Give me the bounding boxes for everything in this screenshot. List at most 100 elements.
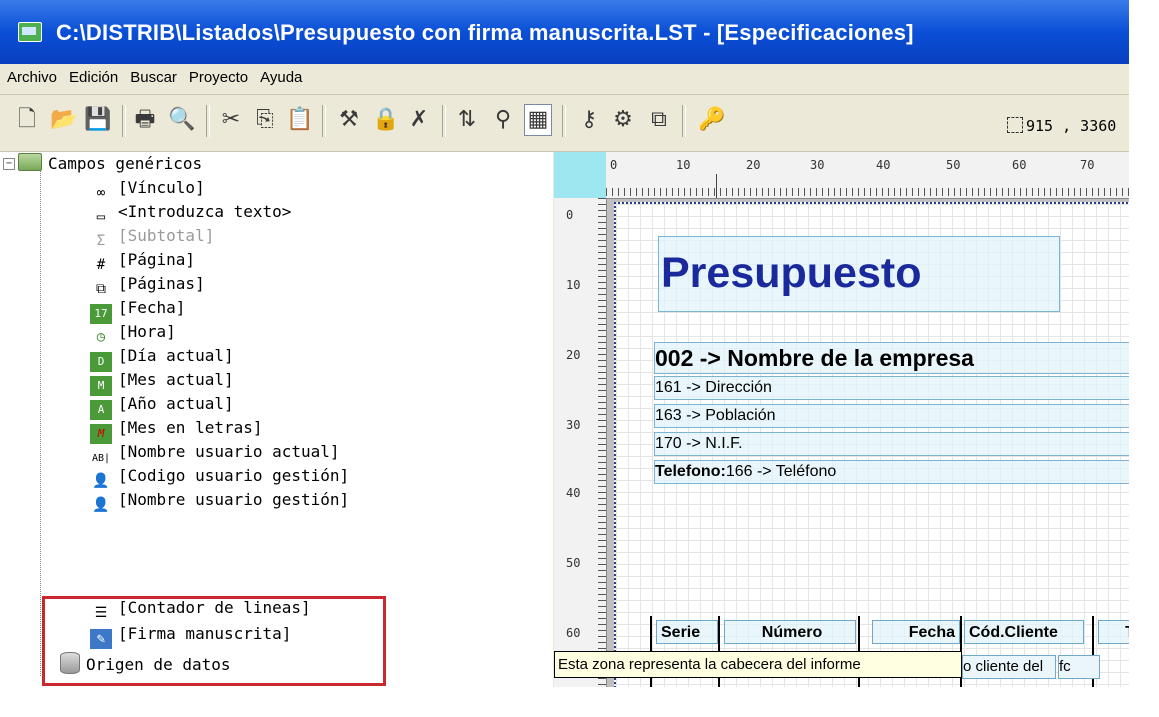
menu-archivo[interactable]: Archivo <box>0 64 62 86</box>
key-icon[interactable]: ⚷ <box>576 105 602 135</box>
application-window: C:\DISTRIB\Listados\Presupuesto con firm… <box>0 0 1136 690</box>
tree-item-codigo-usuario-gestion[interactable]: 👤 [Codigo usuario gestión] <box>90 464 350 489</box>
nif-field[interactable]: 170 -> N.I.F. <box>654 432 1135 456</box>
tree-item-label: [Año actual] <box>118 394 234 413</box>
ruler-label: 70 <box>1080 158 1095 172</box>
report-title-field[interactable]: Presupuesto <box>658 236 1060 312</box>
tree-item-pagina[interactable]: # [Página] <box>90 248 195 273</box>
ruler-label: 10 <box>676 158 691 172</box>
tree-item-paginas[interactable]: ⧉ [Páginas] <box>90 272 205 297</box>
tree-item-mes-en-letras[interactable]: M [Mes en letras] <box>90 416 263 444</box>
tree-item-ano-actual[interactable]: A [Año actual] <box>90 392 234 420</box>
toolbar-separator <box>322 105 326 137</box>
column-header-cod-cliente[interactable]: Cód.Cliente <box>964 620 1084 644</box>
tree-item-nombre-usuario-gestion[interactable]: 👤 [Nombre usuario gestión] <box>90 488 350 513</box>
tree-item-label: [Codigo usuario gestión] <box>118 466 350 485</box>
lock-icon[interactable]: 🔒 <box>372 105 399 135</box>
new-icon[interactable]: 🗋 <box>14 105 40 135</box>
tree-item-label: [Vínculo] <box>118 178 205 197</box>
tree-item-subtotal[interactable]: Σ [Subtotal] <box>90 224 215 249</box>
ruler-label: 10 <box>566 278 581 292</box>
tree-item-hora[interactable]: ◷ [Hora] <box>90 320 176 345</box>
menu-buscar[interactable]: Buscar <box>123 64 182 86</box>
tree-item-dia-actual[interactable]: D [Día actual] <box>90 344 234 372</box>
tree-item-fecha[interactable]: 17 [Fecha] <box>90 296 186 324</box>
menu-ayuda[interactable]: Ayuda <box>253 64 307 86</box>
toolbar-separator <box>562 105 566 137</box>
ruler-label: 60 <box>566 626 581 640</box>
tree-item-label: [Fecha] <box>118 298 186 317</box>
selection-icon <box>1007 117 1023 133</box>
window-title: C:\DISTRIB\Listados\Presupuesto con firm… <box>56 20 914 45</box>
field-tree: − Campos genéricos ∞ [Vínculo] ▭ <Introduz… <box>0 152 553 690</box>
copy-icon[interactable]: ⎘ <box>252 105 278 135</box>
filter-icon[interactable]: ⚲ <box>490 105 516 135</box>
paste-icon[interactable]: 📋 <box>286 105 313 135</box>
menu-bar: Archivo Edición Buscar Proyecto Ayuda <box>0 64 1135 95</box>
tree-item-label: [Subtotal] <box>118 226 215 245</box>
horizontal-ruler: 0 10 20 30 40 50 60 70 <box>606 152 1135 199</box>
detail-field-fc[interactable]: fc <box>1058 655 1100 679</box>
toolbar-separator <box>682 105 686 137</box>
user-name-icon: 👤 <box>92 497 110 513</box>
menu-proyecto[interactable]: Proyecto <box>182 64 253 86</box>
ruler-label: 30 <box>810 158 825 172</box>
tree-item-introduzca-texto[interactable]: ▭ <Introduzca texto> <box>90 200 292 225</box>
address-field[interactable]: 161 -> Dirección <box>654 376 1135 400</box>
collapse-icon[interactable]: − <box>3 158 15 170</box>
ruler-label: 0 <box>566 208 574 222</box>
menu-edicion[interactable]: Edición <box>62 64 123 86</box>
report-designer[interactable]: 0 10 20 30 40 50 60 70 0 10 20 30 40 50 … <box>554 152 1135 690</box>
save-icon[interactable]: 💾 <box>84 105 111 135</box>
tree-item-label: [Mes en letras] <box>118 418 263 437</box>
phone-value: 166 -> Teléfono <box>725 463 837 480</box>
ruler-cursor-mark <box>716 174 717 198</box>
detail-field-cliente[interactable]: o cliente del <box>962 655 1056 679</box>
sort-az-icon[interactable]: ⇅ <box>454 105 480 135</box>
tools-icon[interactable]: ⚒ <box>336 105 362 135</box>
column-header-serie[interactable]: Serie <box>656 620 718 644</box>
tree-item-vinculo[interactable]: ∞ [Vínculo] <box>90 176 205 201</box>
torn-edge-bottom <box>0 687 1159 717</box>
app-icon[interactable] <box>18 22 42 42</box>
tooltip: Esta zona representa la cabecera del inf… <box>554 651 962 678</box>
ruler-label: 60 <box>1012 158 1027 172</box>
search-key-icon[interactable]: 🔑 <box>698 105 725 135</box>
company-name-field[interactable]: 002 -> Nombre de la empresa <box>654 342 1135 374</box>
gear-icon[interactable]: ⚙ <box>610 105 636 135</box>
cursor-coordinates: 915 , 3360 <box>1007 117 1116 135</box>
properties-icon[interactable]: ▦ <box>524 104 552 136</box>
ruler-label: 0 <box>610 158 618 172</box>
ruler-label: 20 <box>566 348 581 362</box>
ruler-label: 50 <box>946 158 961 172</box>
vertical-ruler: 0 10 20 30 40 50 60 <box>554 198 607 690</box>
tree-item-nombre-usuario-actual[interactable]: AB| [Nombre usuario actual] <box>90 440 340 464</box>
print-icon[interactable]: 🖶 <box>132 105 158 135</box>
toolbar: 🗋 📂 💾 🖶 🔍 ✂ ⎘ 📋 ⚒ 🔒 ✗ ⇅ ⚲ ▦ ⚷ ⚙ ⧉ 🔑 <box>0 95 1135 152</box>
column-header-fecha[interactable]: Fecha <box>872 620 960 644</box>
tree-root-generic-fields[interactable]: − Campos genéricos <box>0 152 202 176</box>
ruler-label: 50 <box>566 556 581 570</box>
title-bar[interactable]: C:\DISTRIB\Listados\Presupuesto con firm… <box>0 0 1135 64</box>
ruler-label: 20 <box>746 158 761 172</box>
tree-item-label: [Nombre usuario gestión] <box>118 490 350 509</box>
city-field[interactable]: 163 -> Población <box>654 404 1135 428</box>
phone-field[interactable]: Telefono:166 -> Teléfono <box>654 460 1135 484</box>
delete-icon[interactable]: ✗ <box>406 105 432 135</box>
open-icon[interactable]: 📂 <box>50 105 77 135</box>
ruler-corner <box>554 152 606 198</box>
torn-edge-right <box>1129 0 1159 717</box>
tree-item-mes-actual[interactable]: M [Mes actual] <box>90 368 234 396</box>
tree-root-label: Campos genéricos <box>48 154 203 173</box>
folder-icon <box>18 153 42 171</box>
tree-item-label: [Páginas] <box>118 274 205 293</box>
cut-icon[interactable]: ✂ <box>218 105 244 135</box>
ruler-label: 40 <box>566 486 581 500</box>
report-page[interactable]: Presupuesto 002 -> Nombre de la empresa … <box>614 202 1135 690</box>
toolbar-separator <box>442 105 446 137</box>
print-preview-icon[interactable]: 🔍 <box>168 105 195 135</box>
toolbar-separator <box>206 105 210 137</box>
column-header-numero[interactable]: Número <box>724 620 856 644</box>
coordinates-value: 915 , 3360 <box>1026 117 1117 135</box>
copy-format-icon[interactable]: ⧉ <box>646 105 672 135</box>
